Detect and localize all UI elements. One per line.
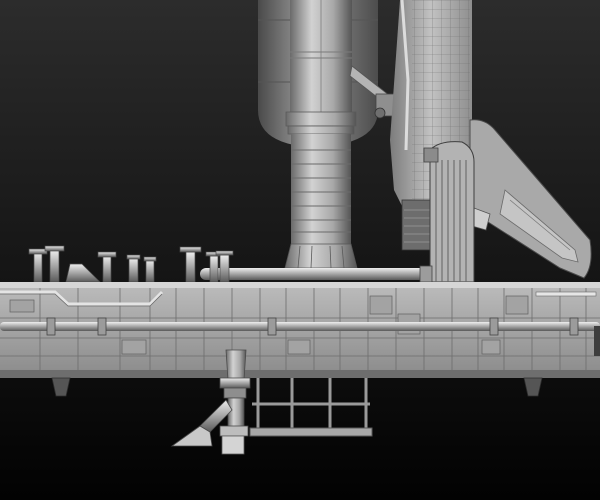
mobile-launcher-platform bbox=[0, 282, 600, 378]
deck-feed-pipe bbox=[200, 265, 433, 283]
launch-platform-render bbox=[0, 0, 600, 500]
tail-service-mast bbox=[423, 141, 475, 283]
right-bracket bbox=[594, 326, 600, 356]
solid-rocket-booster bbox=[284, 0, 358, 269]
